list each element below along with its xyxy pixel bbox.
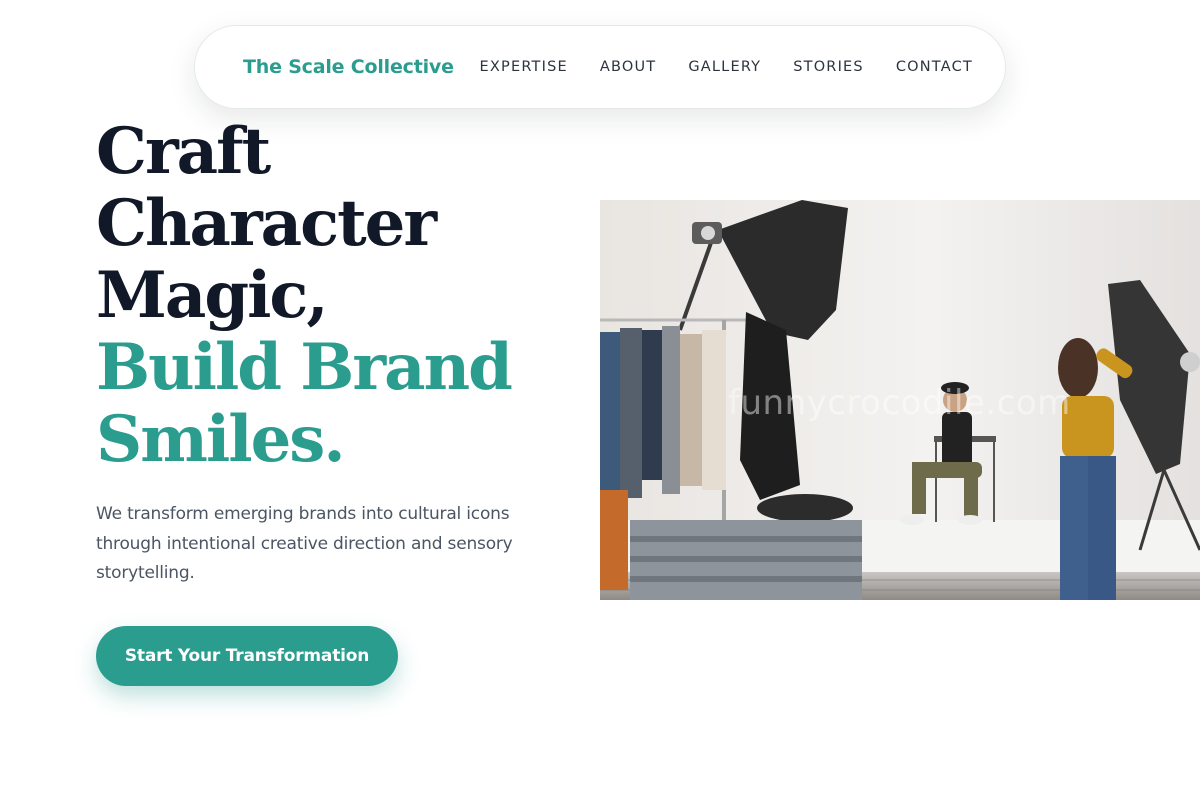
headline-line: Craft bbox=[96, 114, 271, 189]
headline-accent-line: Smiles. bbox=[96, 402, 346, 477]
headline-line: Magic, bbox=[96, 258, 329, 333]
nav-link-expertise[interactable]: EXPERTISE bbox=[480, 59, 568, 75]
hero-headline: Craft Character Magic, Build Brand Smile… bbox=[96, 114, 513, 477]
start-transformation-button[interactable]: Start Your Transformation bbox=[96, 626, 398, 686]
nav-link-stories[interactable]: STORIES bbox=[793, 59, 864, 75]
top-navigation: The Scale Collective EXPERTISE ABOUT GAL… bbox=[194, 25, 1006, 109]
hero-description: We transform emerging brands into cultur… bbox=[96, 504, 513, 583]
nav-link-contact[interactable]: CONTACT bbox=[896, 59, 973, 75]
nav-link-gallery[interactable]: GALLERY bbox=[688, 59, 761, 75]
photo-watermark: funnycrocodile.com bbox=[728, 383, 1071, 423]
nav-menu: EXPERTISE ABOUT GALLERY STORIES CONTACT bbox=[480, 59, 973, 75]
nav-link-about[interactable]: ABOUT bbox=[600, 59, 657, 75]
hero-photo: funnycrocodile.com bbox=[600, 200, 1200, 600]
headline-line: Character bbox=[96, 186, 437, 261]
brand-logo-link[interactable]: The Scale Collective bbox=[243, 56, 454, 78]
headline-accent-line: Build Brand bbox=[96, 330, 513, 405]
